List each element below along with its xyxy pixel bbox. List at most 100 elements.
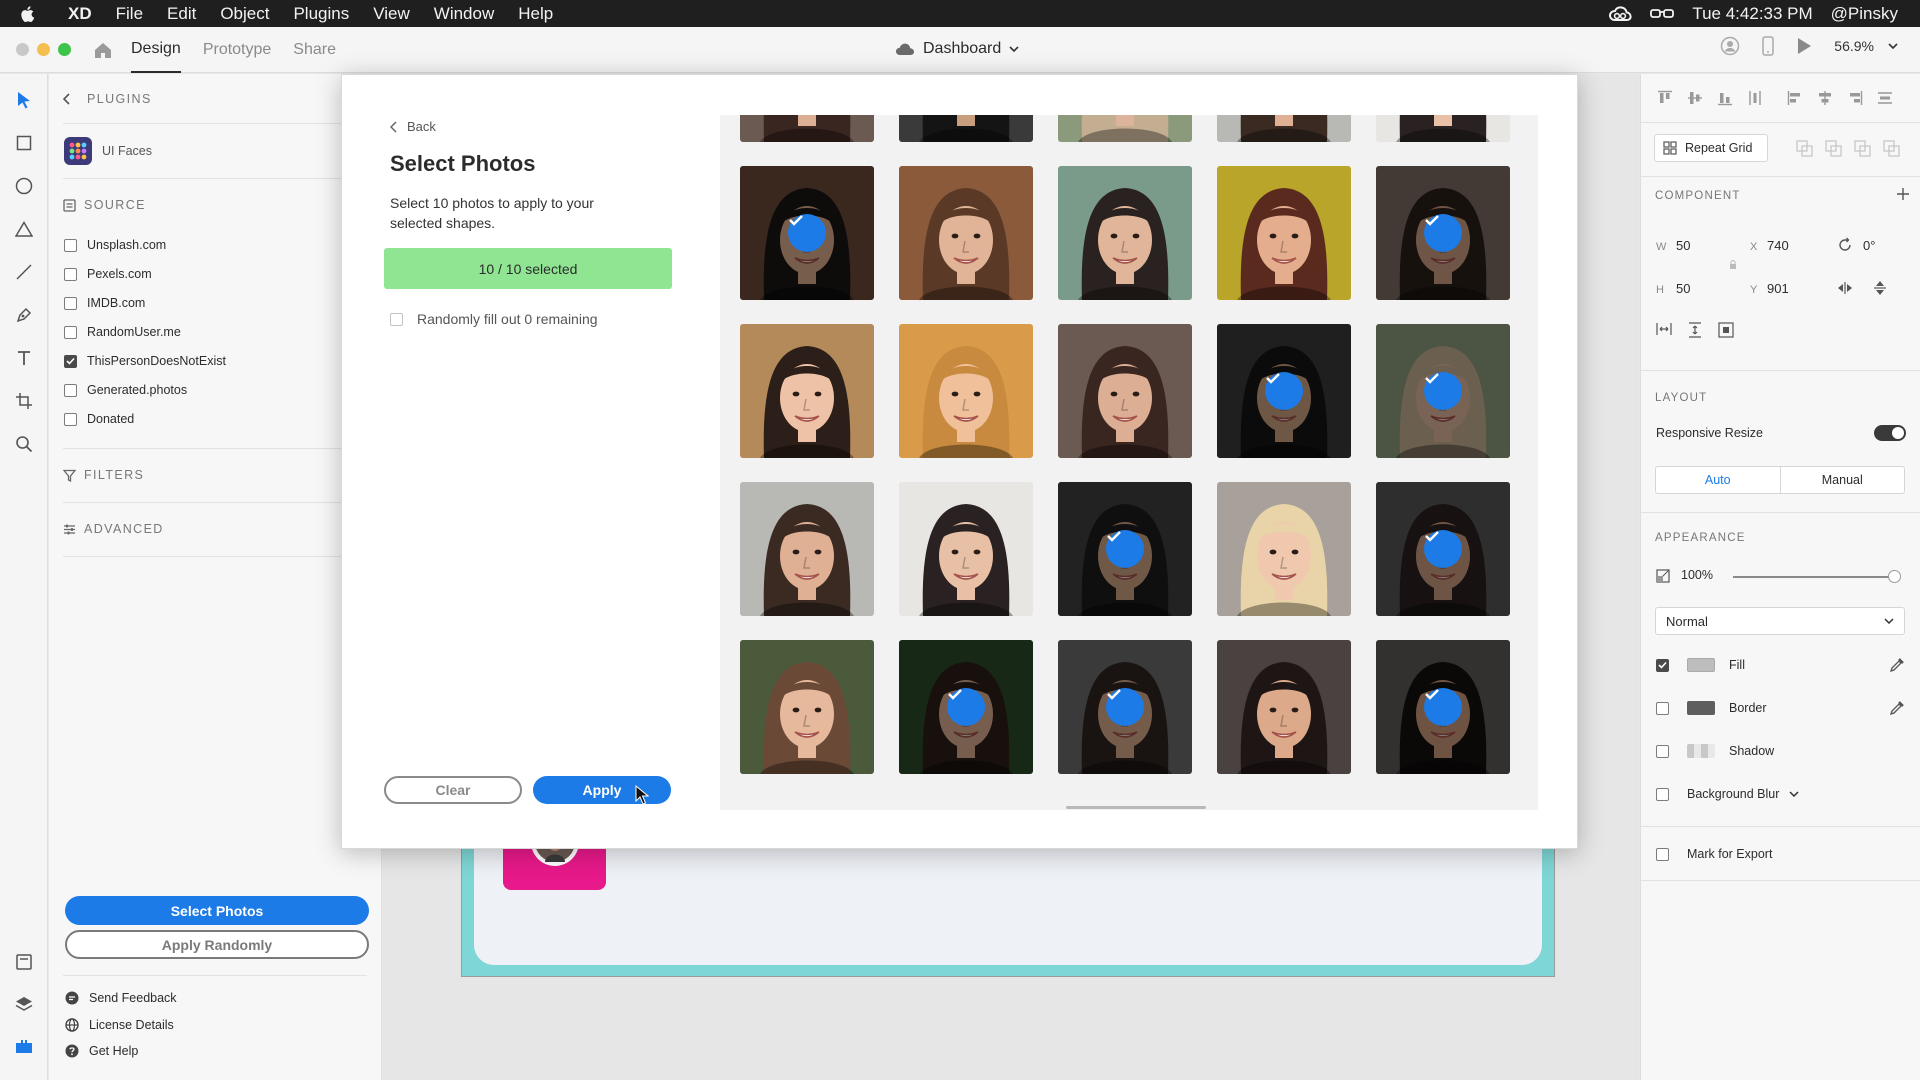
minimize-window-button[interactable]: [37, 43, 50, 56]
photo-thumbnail-selected[interactable]: [899, 640, 1033, 774]
stack-vertical-icon[interactable]: [1688, 322, 1702, 338]
opacity-slider-thumb[interactable]: [1888, 570, 1901, 583]
repeat-grid-button[interactable]: Repeat Grid: [1654, 134, 1768, 162]
checkbox[interactable]: [64, 325, 77, 339]
fill-color-swatch[interactable]: [1687, 658, 1715, 672]
clear-button[interactable]: Clear: [384, 776, 522, 804]
apple-icon[interactable]: [0, 5, 56, 23]
photo-thumbnail-selected[interactable]: [1376, 324, 1510, 458]
pen-tool-icon[interactable]: [12, 303, 36, 327]
photo-thumbnail[interactable]: [1376, 115, 1510, 142]
boolean-add-icon[interactable]: [1796, 140, 1813, 157]
photo-thumbnail-selected[interactable]: [740, 166, 874, 300]
assets-icon[interactable]: [12, 950, 36, 974]
select-photos-button[interactable]: Select Photos: [65, 896, 369, 925]
document-title-menu[interactable]: Dashboard: [895, 40, 1019, 58]
photo-thumbnail[interactable]: [1058, 324, 1192, 458]
photo-thumbnail[interactable]: [899, 115, 1033, 142]
photo-thumbnail[interactable]: [1217, 166, 1351, 300]
photo-thumbnail[interactable]: [740, 640, 874, 774]
menu-object[interactable]: Object: [208, 0, 281, 27]
apply-randomly-button[interactable]: Apply Randomly: [65, 930, 369, 959]
checkbox[interactable]: [64, 267, 77, 281]
zoom-tool-icon[interactable]: [12, 432, 36, 456]
chevron-down-icon[interactable]: [1789, 791, 1799, 797]
source-option-donated[interactable]: Donated: [64, 412, 134, 426]
photo-thumbnail[interactable]: [899, 482, 1033, 616]
photo-thumbnail-selected[interactable]: [1058, 482, 1192, 616]
zoom-control[interactable]: 56.9%: [1834, 38, 1898, 54]
y-field[interactable]: 901: [1767, 281, 1789, 296]
user-name[interactable]: @Pinsky: [1831, 4, 1898, 24]
select-tool-icon[interactable]: [12, 88, 36, 112]
photo-thumbnail-selected[interactable]: [1058, 640, 1192, 774]
checkbox[interactable]: [64, 383, 77, 397]
photo-grid[interactable]: [720, 115, 1538, 810]
source-option-generated-photos[interactable]: Generated.photos: [64, 383, 187, 397]
photo-thumbnail-selected[interactable]: [1217, 324, 1351, 458]
photo-thumbnail[interactable]: [740, 482, 874, 616]
apply-button[interactable]: Apply: [533, 776, 671, 804]
tab-share[interactable]: Share: [293, 27, 336, 73]
photo-thumbnail[interactable]: [1058, 115, 1192, 142]
height-field[interactable]: 50: [1676, 281, 1690, 296]
ellipse-tool-icon[interactable]: [12, 174, 36, 198]
menu-plugins[interactable]: Plugins: [281, 0, 361, 27]
flip-vertical-icon[interactable]: [1873, 280, 1887, 296]
align-middle-icon[interactable]: [1687, 90, 1703, 106]
opacity-slider-track[interactable]: [1733, 576, 1893, 578]
rectangle-tool-icon[interactable]: [12, 131, 36, 155]
align-bottom-icon[interactable]: [1717, 90, 1733, 106]
distribute-horizontal-icon[interactable]: [1877, 90, 1893, 106]
stack-horizontal-icon[interactable]: [1656, 322, 1672, 338]
random-fill-checkbox[interactable]: [390, 312, 403, 326]
background-blur-checkbox[interactable]: [1656, 787, 1669, 801]
photo-thumbnail-selected[interactable]: [1376, 640, 1510, 774]
layers-icon[interactable]: [12, 992, 36, 1016]
x-field[interactable]: 740: [1767, 238, 1789, 253]
scrollbar-thumb[interactable]: [1066, 806, 1206, 809]
random-fill-option[interactable]: Randomly fill out 0 remaining: [390, 311, 598, 327]
photo-thumbnail[interactable]: [1058, 166, 1192, 300]
opacity-field[interactable]: 100%: [1681, 568, 1713, 582]
plugins-icon[interactable]: [12, 1034, 36, 1058]
lock-aspect-icon[interactable]: [1729, 260, 1737, 270]
align-center-icon[interactable]: [1817, 90, 1833, 106]
photo-thumbnail-selected[interactable]: [1376, 166, 1510, 300]
flip-horizontal-icon[interactable]: [1837, 281, 1853, 295]
photo-thumbnail-selected[interactable]: [1376, 482, 1510, 616]
clock-text[interactable]: Tue 4:42:33 PM: [1692, 4, 1812, 24]
text-tool-icon[interactable]: [12, 346, 36, 370]
user-share-icon[interactable]: [1720, 36, 1740, 56]
photo-thumbnail[interactable]: [899, 166, 1033, 300]
send-feedback-link[interactable]: Send Feedback: [65, 991, 177, 1005]
menu-view[interactable]: View: [361, 0, 422, 27]
source-option-randomuser[interactable]: RandomUser.me: [64, 325, 181, 339]
eyedropper-icon[interactable]: [1889, 700, 1905, 716]
checkbox-checked[interactable]: [64, 354, 77, 368]
menu-help[interactable]: Help: [506, 0, 565, 27]
align-right-icon[interactable]: [1847, 90, 1863, 106]
width-field[interactable]: 50: [1676, 238, 1690, 253]
plugins-header[interactable]: PLUGINS: [63, 92, 152, 106]
menu-file[interactable]: File: [104, 0, 155, 27]
photo-thumbnail[interactable]: [740, 115, 874, 142]
source-option-pexels[interactable]: Pexels.com: [64, 267, 152, 281]
source-option-thispersondoesnotexist[interactable]: ThisPersonDoesNotExist: [64, 354, 226, 368]
play-icon[interactable]: [1796, 37, 1812, 55]
source-option-imdb[interactable]: IMDB.com: [64, 296, 145, 310]
photo-thumbnail[interactable]: [1217, 482, 1351, 616]
photo-thumbnail[interactable]: [1217, 640, 1351, 774]
menu-window[interactable]: Window: [422, 0, 506, 27]
home-icon[interactable]: [93, 41, 113, 59]
photo-thumbnail[interactable]: [1217, 115, 1351, 142]
checkbox[interactable]: [64, 412, 77, 426]
tab-prototype[interactable]: Prototype: [203, 27, 271, 73]
glasses-icon[interactable]: [1650, 8, 1675, 20]
boolean-subtract-icon[interactable]: [1825, 140, 1842, 157]
artboard-tool-icon[interactable]: [12, 389, 36, 413]
checkbox[interactable]: [64, 238, 77, 252]
mark-for-export-checkbox[interactable]: [1656, 847, 1669, 861]
shadow-swatch[interactable]: [1687, 744, 1715, 758]
padding-icon[interactable]: [1718, 322, 1734, 338]
